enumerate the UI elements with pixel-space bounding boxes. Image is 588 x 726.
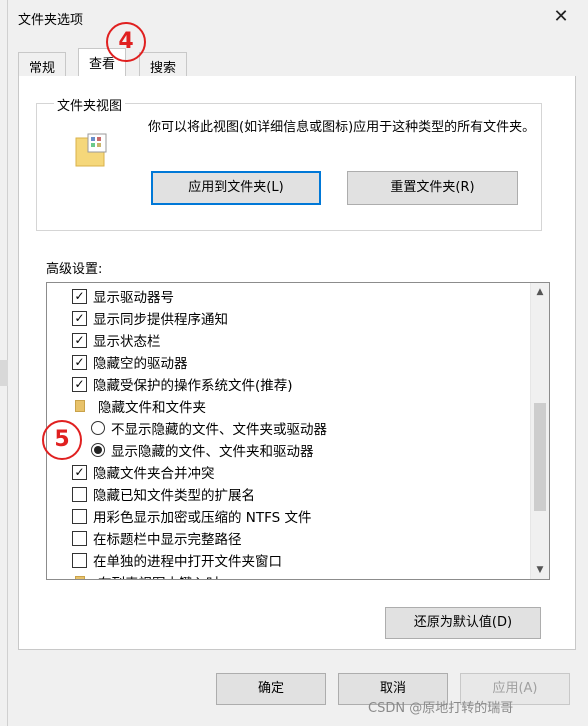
folder-view-legend: 文件夹视图 — [54, 95, 126, 114]
scroll-up-arrow-icon[interactable]: ▲ — [531, 283, 549, 301]
checkbox[interactable] — [72, 508, 87, 524]
apply-to-folders-button[interactable]: 应用到文件夹(L) — [151, 171, 321, 205]
list-item-label: 在标题栏中显示完整路径 — [93, 532, 242, 548]
vertical-scrollbar[interactable]: ▲ ▼ — [530, 283, 549, 579]
list-item-label: 隐藏受保护的操作系统文件(推荐) — [93, 378, 293, 394]
list-item[interactable]: 显示隐藏的文件、文件夹和驱动器 — [91, 439, 314, 461]
radio-button[interactable] — [91, 421, 105, 435]
scroll-down-arrow-icon[interactable]: ▼ — [531, 561, 549, 579]
list-item-label: 隐藏已知文件类型的扩展名 — [93, 488, 255, 504]
checkmark-icon: ✓ — [74, 465, 85, 479]
list-item-label: 隐藏空的驱动器 — [93, 356, 188, 372]
advanced-settings-label: 高级设置: — [46, 262, 103, 277]
list-item[interactable]: 隐藏已知文件类型的扩展名 — [72, 483, 255, 505]
checkmark-icon: ✓ — [74, 355, 85, 369]
list-item-label: 隐藏文件夹合并冲突 — [93, 466, 215, 482]
folder-view-description: 你可以将此视图(如详细信息或图标)应用于这种类型的所有文件夹。 — [148, 120, 536, 135]
checkmark-icon: ✓ — [74, 289, 85, 303]
folder-options-dialog: 文件夹选项 ✕ 常规 查看 搜索 文件夹视图 你可以将此视图(如详细信息或图标)… — [8, 0, 588, 726]
scrollbar-thumb[interactable] — [534, 403, 546, 511]
watermark: CSDN @原地打转的瑞哥 — [368, 701, 514, 716]
radio-selected-dot — [94, 446, 102, 454]
checkmark-icon: ✓ — [74, 333, 85, 347]
checkbox[interactable] — [72, 552, 87, 568]
dialog-title: 文件夹选项 — [18, 13, 84, 28]
checkbox[interactable] — [72, 530, 87, 546]
checkbox[interactable] — [72, 486, 87, 502]
list-item[interactable]: ✓ 显示状态栏 — [72, 329, 161, 351]
list-item[interactable]: ✓ 隐藏受保护的操作系统文件(推荐) — [72, 373, 293, 395]
restore-defaults-button[interactable]: 还原为默认值(D) — [385, 607, 541, 639]
close-icon: ✕ — [553, 6, 569, 27]
checkbox[interactable]: ✓ — [72, 310, 87, 326]
list-item-label: 显示隐藏的文件、文件夹和驱动器 — [111, 444, 314, 460]
checkbox[interactable]: ✓ — [72, 332, 87, 348]
checkmark-icon: ✓ — [74, 377, 85, 391]
ok-button[interactable]: 确定 — [216, 673, 326, 705]
step-4-annotation: 4 — [106, 22, 146, 62]
checkbox[interactable]: ✓ — [72, 376, 87, 392]
step-5-annotation: 5 — [42, 420, 82, 460]
list-item[interactable]: 在单独的进程中打开文件夹窗口 — [72, 549, 282, 571]
list-item-label: 不显示隐藏的文件、文件夹或驱动器 — [111, 422, 327, 438]
background-window-edge — [0, 0, 8, 726]
folder-view-icon — [75, 133, 107, 167]
reset-folders-button[interactable]: 重置文件夹(R) — [347, 171, 518, 205]
list-item-group: 隐藏文件和文件夹 — [72, 395, 206, 417]
checkbox[interactable]: ✓ — [72, 288, 87, 304]
list-item[interactable]: ✓ 隐藏空的驱动器 — [72, 351, 188, 373]
tab-search[interactable]: 搜索 — [139, 52, 188, 77]
list-item[interactable]: 在标题栏中显示完整路径 — [72, 527, 242, 549]
list-item-label: 显示同步提供程序通知 — [93, 312, 228, 328]
background-window-marker — [0, 360, 8, 386]
list-item-label: 显示状态栏 — [93, 334, 161, 350]
list-item-label: 在单独的进程中打开文件夹窗口 — [93, 554, 282, 570]
list-item-label: 在列表视图中键入时 — [98, 572, 220, 579]
list-item[interactable]: ✓ 显示驱动器号 — [72, 285, 174, 307]
list-item[interactable]: ✓ 显示同步提供程序通知 — [72, 307, 228, 329]
list-item[interactable]: ✓ 隐藏文件夹合并冲突 — [72, 461, 215, 483]
close-button[interactable]: ✕ — [548, 4, 574, 30]
advanced-settings-list[interactable]: ✓ 显示驱动器号 ✓ 显示同步提供程序通知 ✓ 显示状态栏 ✓ 隐藏空的驱动器 … — [46, 282, 550, 580]
list-item-group: 在列表视图中键入时 — [72, 571, 220, 579]
checkmark-icon: ✓ — [74, 311, 85, 325]
list-item[interactable]: 不显示隐藏的文件、文件夹或驱动器 — [91, 417, 327, 439]
checkbox[interactable]: ✓ — [72, 354, 87, 370]
list-item-label: 显示驱动器号 — [93, 290, 174, 306]
radio-button[interactable] — [91, 443, 105, 457]
checkbox[interactable]: ✓ — [72, 464, 87, 480]
tab-general[interactable]: 常规 — [18, 52, 67, 77]
list-item-label: 用彩色显示加密或压缩的 NTFS 文件 — [93, 510, 312, 526]
folder-icon — [75, 400, 85, 412]
list-item-label: 隐藏文件和文件夹 — [98, 400, 206, 416]
folder-icon — [75, 576, 85, 579]
list-item[interactable]: 用彩色显示加密或压缩的 NTFS 文件 — [72, 505, 312, 527]
